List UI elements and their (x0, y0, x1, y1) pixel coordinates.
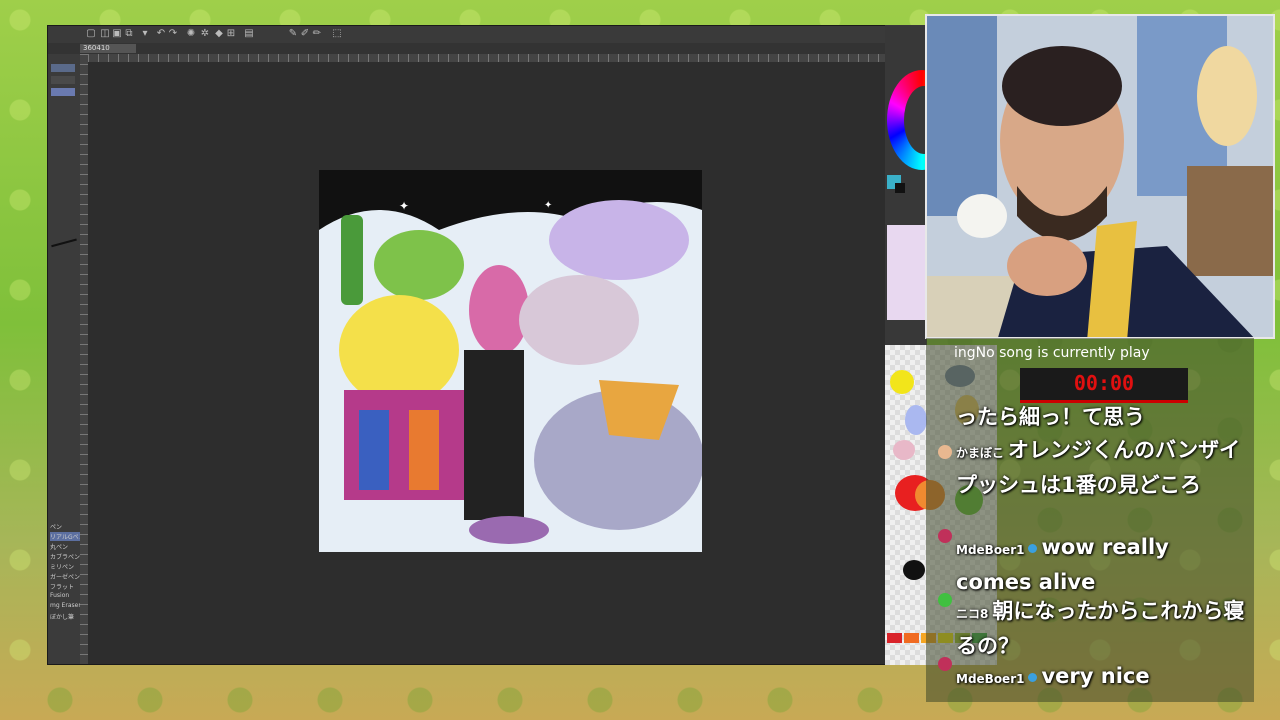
brush-item[interactable]: Fusion (50, 592, 69, 599)
tab-document[interactable]: 360410 (80, 44, 136, 53)
avatar (938, 529, 952, 543)
bookshelf (1187, 166, 1273, 276)
undo-icon[interactable]: ↶ (156, 29, 166, 39)
brush-item[interactable]: mg Eraser (50, 602, 81, 609)
chat-message: MdeBoer1 wow really comes alive (956, 531, 1246, 598)
chat-username: ニコ8 (956, 607, 989, 621)
chat-message-text: ったら細っ！て思う (956, 405, 1145, 429)
avatar (938, 593, 952, 607)
artwork-illustration: ✦ ✦ (319, 170, 702, 552)
yellow-coat (339, 295, 459, 405)
moderator-badge-icon (1028, 543, 1038, 553)
eraser-icon[interactable]: ✏ (312, 29, 322, 39)
transform-icon[interactable]: ⊞ (226, 29, 236, 39)
chat-username: MdeBoer1 (956, 543, 1025, 557)
brush-item[interactable]: ガーゼペン (50, 572, 80, 581)
pen-icon[interactable]: ✎ (288, 29, 298, 39)
pencil-icon[interactable]: ✐ (300, 29, 310, 39)
chat-username: MdeBoer1 (956, 672, 1025, 686)
shoes (469, 516, 549, 544)
chat-message: ったら細っ！て思う (956, 401, 1246, 433)
webcam-feed (925, 14, 1275, 339)
vertical-ruler (80, 54, 88, 664)
now-playing-text: ingNo song is currently play (954, 345, 1150, 361)
select-icon[interactable]: ⬚ (332, 29, 342, 39)
save-icon[interactable]: ▣ (112, 29, 122, 39)
dropdown-icon[interactable]: ▾ (140, 29, 150, 39)
chat-username: かまぼこ (956, 446, 1005, 460)
chat-message: ニコ8 朝になったからこれから寝るの？ (956, 595, 1246, 662)
green-hat (374, 230, 464, 300)
open-icon[interactable]: ◫ (100, 29, 110, 39)
hair (1002, 46, 1122, 126)
brush-item[interactable]: ペン (50, 522, 62, 531)
sub-color-swatch[interactable] (895, 183, 905, 193)
palette-swatch[interactable] (890, 370, 914, 394)
illustration-artwork[interactable]: ✦ ✦ (319, 170, 702, 552)
flying-elephant (549, 200, 689, 280)
bottle (341, 215, 363, 305)
brush-preview (49, 230, 77, 248)
toolbar: ▢ ◫ ▣ ⧉ ▾ ↶ ↷ ✺ ✲ ◆ ⊞ ▤ ✎ ✐ ✏ ⬚ (48, 26, 886, 44)
brush-item[interactable]: ミリペン (50, 562, 74, 571)
plush-toy (957, 194, 1007, 238)
chat-message: MdeBoer1 very nice (956, 660, 1246, 695)
brush-item[interactable]: フラット (50, 582, 74, 591)
brush-item[interactable]: ぼかし筆 (50, 612, 74, 621)
fill-icon[interactable]: ◆ (214, 29, 224, 39)
moderator-badge-icon (1028, 672, 1038, 682)
new-icon[interactable]: ▢ (86, 29, 96, 39)
palette-swatch[interactable] (904, 633, 919, 643)
avatar (938, 657, 952, 671)
tool-button-active[interactable] (51, 88, 75, 96)
tool-property-panel: ペン リアルGペン 丸ペン カブラペン ミリペン ガーゼペン フラット Fusi… (48, 54, 85, 664)
star: ✦ (399, 199, 409, 213)
avatar (938, 445, 952, 459)
palette-swatch[interactable] (887, 633, 902, 643)
tool-button[interactable] (51, 76, 75, 84)
selection-icon[interactable]: ▤ (244, 29, 254, 39)
palette-swatch[interactable] (893, 440, 915, 460)
stream-timer: 00:00 (1020, 368, 1188, 403)
tab-bar: 360410 (48, 43, 886, 54)
brush-item[interactable]: カブラペン (50, 552, 80, 561)
horizontal-ruler (88, 54, 886, 62)
tool-button[interactable] (51, 64, 75, 72)
chat-message-text: very nice (1041, 664, 1150, 688)
star: ✦ (544, 200, 552, 211)
navigator-thumbnail[interactable] (887, 225, 925, 320)
robe-stripe (409, 410, 439, 490)
layer-icon[interactable]: ⧉ (124, 29, 134, 39)
brush-icon[interactable]: ✺ (186, 29, 196, 39)
palette-swatch[interactable] (903, 560, 925, 580)
palette-swatch[interactable] (905, 405, 927, 435)
accordion-elephant (519, 275, 639, 365)
chat-message-text: 朝になったからこれから寝るの？ (956, 599, 1245, 658)
black-outfit (464, 350, 524, 520)
sparkle-icon[interactable]: ✲ (200, 29, 210, 39)
webcam-image (927, 16, 1273, 337)
robe-stripe (359, 410, 389, 490)
chat-message: かまぼこ オレンジくんのバンザイプッシュは1番の見どころ (956, 434, 1246, 501)
redo-icon[interactable]: ↷ (168, 29, 178, 39)
teddy-bear (1197, 46, 1257, 146)
elephant-figure (469, 265, 529, 355)
hand (1007, 236, 1087, 296)
posters (927, 16, 997, 216)
brush-item[interactable]: 丸ペン (50, 542, 68, 551)
